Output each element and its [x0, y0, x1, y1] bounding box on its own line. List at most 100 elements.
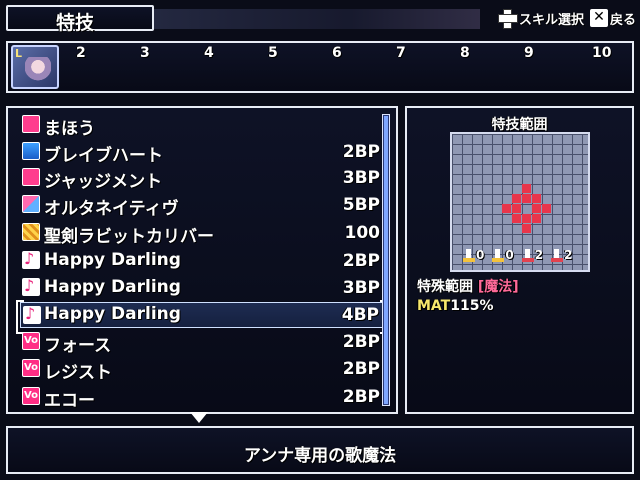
range-type-close: ] — [512, 279, 519, 295]
skill-row[interactable]: Happy Darling 2BP — [20, 248, 384, 274]
level-slot-2[interactable]: 2 — [76, 45, 86, 61]
page-title: 特技 — [56, 12, 95, 34]
skill-name: ブレイブハート — [44, 146, 163, 166]
level-slot-6[interactable]: 6 — [332, 45, 342, 61]
skill-row[interactable]: 聖剣ラビットカリバー 100 — [20, 220, 384, 247]
range-cell — [532, 204, 541, 213]
title-window: 特技 — [6, 5, 154, 34]
skill-row[interactable]: Vo レジスト 2BP — [20, 356, 384, 383]
skill-list: まほう ブレイブハート 2BP ジャッジメント 3BP オルタネイティヴ 5BP… — [6, 106, 398, 414]
scrollbar[interactable] — [382, 114, 390, 406]
level-slot-5[interactable]: 5 — [268, 45, 278, 61]
level-slot-4[interactable]: 4 — [204, 45, 214, 61]
skill-cost: 3BP — [342, 168, 380, 188]
range-type-value: 魔法 — [484, 279, 513, 295]
skill-row-selected[interactable]: Happy Darling 4BP — [16, 300, 388, 334]
range-cell — [522, 184, 531, 193]
down-arrow-icon — [551, 248, 564, 262]
stat-value: 0 — [505, 248, 514, 262]
header-strip — [154, 9, 480, 29]
sword-icon — [22, 223, 40, 241]
level-slot-3[interactable]: 3 — [140, 45, 150, 61]
skill-cost: 2BP — [342, 251, 380, 271]
skill-row[interactable]: Vo エコー 2BP — [20, 384, 384, 411]
skill-name: まほう — [44, 119, 95, 139]
power-key: MAT — [417, 298, 451, 314]
character-sprite-icon — [25, 57, 51, 85]
skill-name: ジャッジメント — [44, 172, 163, 192]
skill-row[interactable]: オルタネイティヴ 5BP — [20, 192, 384, 219]
control-hints: スキル選択 ✕ 戻る — [497, 6, 636, 30]
skill-cost: 5BP — [342, 195, 380, 215]
down-arrow-icon — [492, 248, 505, 262]
skill-name: Happy Darling — [44, 250, 181, 270]
skill-row[interactable]: Vo フォース 2BP — [20, 329, 384, 356]
music-note-plus-icon — [22, 276, 40, 296]
range-panel: 特技範囲 0 0 2 2 特殊範囲 [魔法] MAT115% — [405, 106, 634, 414]
magic-icon — [22, 115, 40, 133]
skill-cost: 100 — [344, 223, 381, 243]
range-type-label: 特殊範囲 — [417, 279, 473, 295]
skill-row[interactable]: Happy Darling 3BP — [20, 275, 384, 301]
range-panel-title: 特技範囲 — [491, 117, 548, 133]
stat-max-range: 0 — [492, 248, 514, 262]
power-stat: MAT115% — [417, 298, 494, 314]
stat-area-down: 2 — [551, 248, 572, 262]
alternative-icon — [22, 195, 40, 213]
vo-icon: Vo — [22, 332, 40, 350]
back-hint[interactable]: 戻る — [610, 9, 636, 28]
skill-select-hint: スキル選択 — [518, 12, 584, 28]
skill-name: フォース — [44, 336, 112, 356]
skill-row[interactable]: ブレイブハート 2BP — [20, 139, 384, 166]
description-window: アンナ専用の歌魔法 — [6, 426, 634, 474]
level-slot-9[interactable]: 9 — [524, 45, 534, 61]
range-cell — [522, 194, 531, 203]
up-arrow-icon — [521, 248, 534, 262]
skill-name: 聖剣ラビットカリバー — [44, 227, 214, 247]
cancel-button-icon[interactable]: ✕ — [589, 9, 608, 27]
stat-value: 2 — [534, 248, 544, 262]
judgment-icon — [22, 168, 40, 186]
level-badge: L — [15, 47, 23, 60]
skill-cost: 2BP — [342, 359, 380, 379]
character-portrait[interactable]: L — [11, 45, 59, 89]
skill-description: アンナ専用の歌魔法 — [243, 446, 397, 466]
range-cell — [512, 194, 521, 203]
stat-value: 2 — [564, 248, 573, 262]
skill-cost: 2BP — [342, 142, 380, 162]
power-value: 115% — [450, 298, 494, 314]
range-cell — [522, 214, 531, 223]
scroll-down-arrow-icon[interactable] — [190, 412, 208, 423]
vo-icon: Vo — [22, 387, 40, 405]
skill-cost: 2BP — [342, 387, 380, 407]
vo-icon: Vo — [22, 359, 40, 377]
range-cell — [532, 214, 541, 223]
music-note-plus2-icon — [23, 304, 41, 324]
level-slot-8[interactable]: 8 — [460, 45, 470, 61]
level-slot-10[interactable]: 10 — [592, 45, 611, 61]
range-cell — [542, 204, 551, 213]
level-slot-7[interactable]: 7 — [396, 45, 406, 61]
skill-row[interactable]: まほう — [20, 112, 384, 139]
skill-name: レジスト — [44, 363, 112, 383]
skill-cost: 3BP — [342, 278, 380, 298]
skill-name: オルタネイティヴ — [44, 199, 179, 219]
buff-icon — [22, 142, 40, 160]
range-cell — [512, 204, 521, 213]
level-bar: L 2 3 4 5 6 7 8 9 10 — [6, 41, 634, 93]
range-cell — [522, 224, 531, 233]
range-cell — [502, 204, 511, 213]
up-arrow-icon — [463, 248, 475, 262]
stat-min-range: 0 — [463, 248, 484, 262]
skill-cost: 4BP — [341, 305, 379, 325]
range-cell — [512, 214, 521, 223]
range-cell — [532, 194, 541, 203]
skill-cost: 2BP — [342, 332, 380, 352]
skill-row[interactable]: ジャッジメント 3BP — [20, 165, 384, 192]
music-note-icon — [22, 249, 40, 269]
range-stats: 0 0 2 2 — [463, 248, 572, 262]
stat-area-up: 2 — [521, 248, 544, 262]
skill-name: エコー — [44, 391, 95, 411]
stat-value: 0 — [476, 248, 485, 262]
dpad-icon — [497, 8, 518, 29]
